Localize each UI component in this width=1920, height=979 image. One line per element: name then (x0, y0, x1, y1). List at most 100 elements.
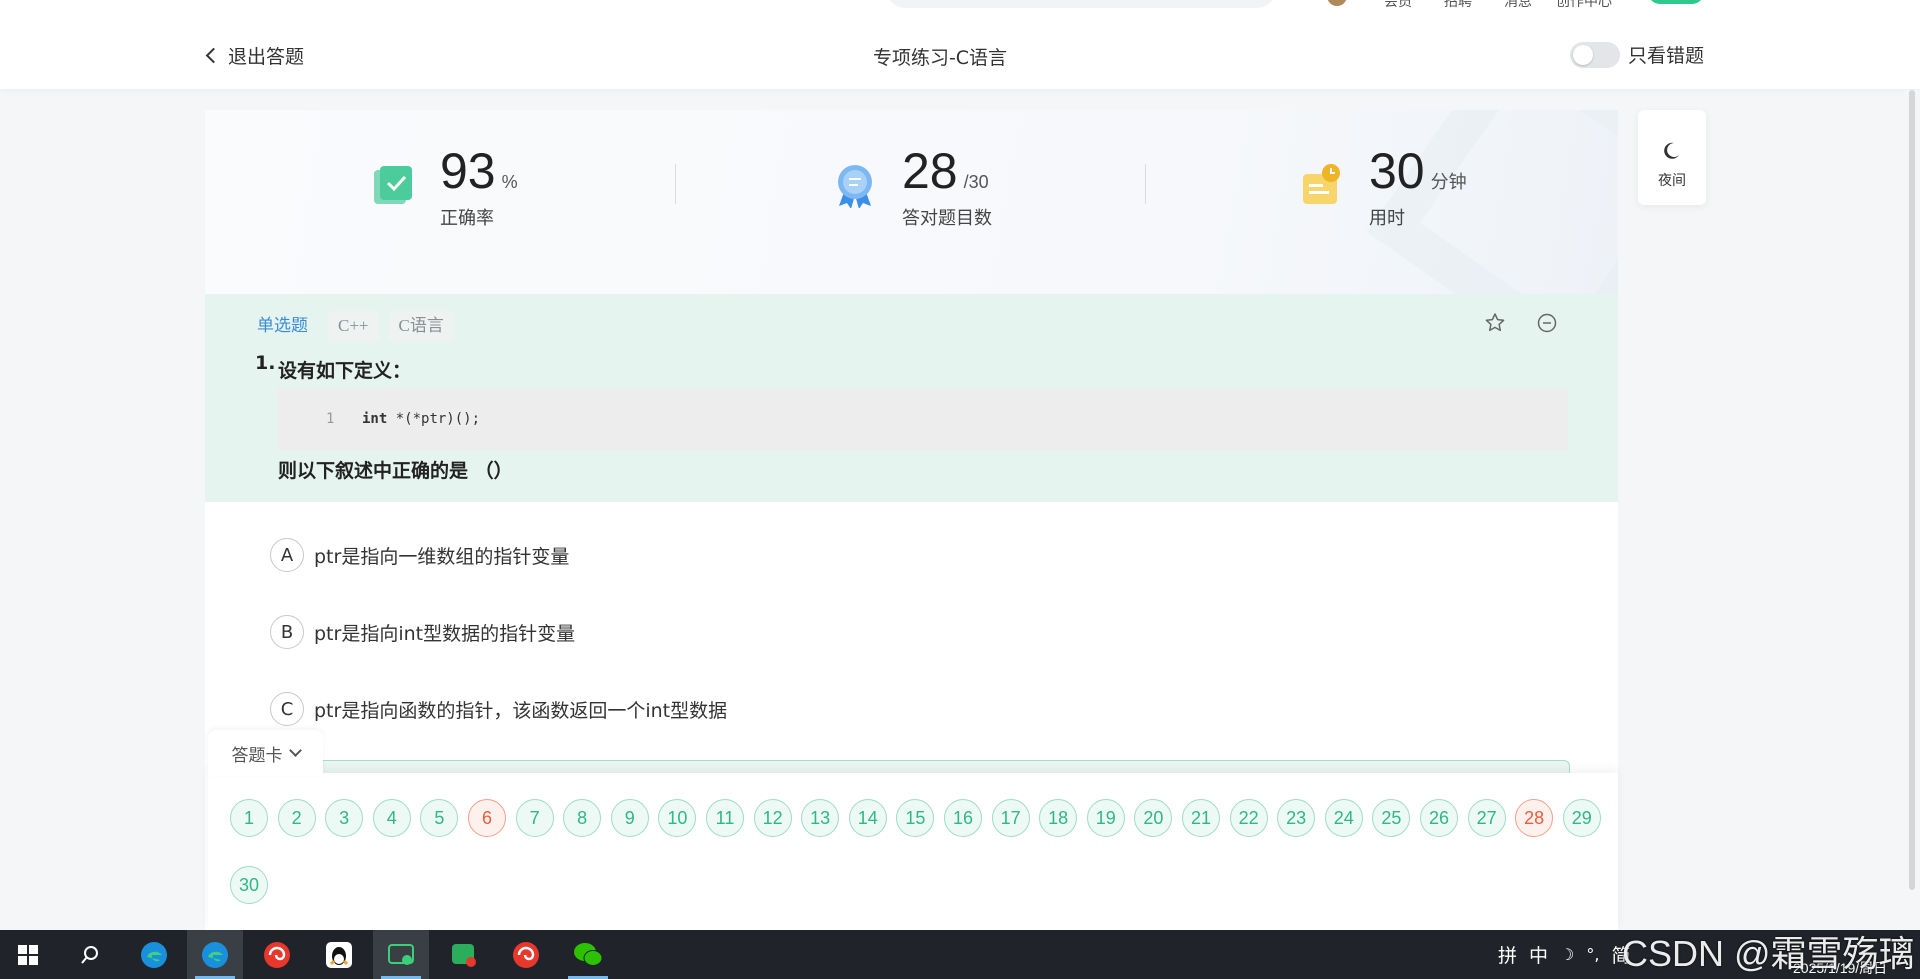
question-number: 1. (255, 352, 276, 374)
answer-card-item-30[interactable]: 30 (230, 866, 268, 904)
answer-card-panel: 1 2 3 4 5 6 7 8 9 10 11 12 13 14 15 16 17 18 19 20 21 22 23 24 2… (208, 773, 1618, 930)
answer-card-item-3[interactable]: 3 (325, 799, 364, 837)
answer-card-item-2[interactable]: 2 (277, 799, 316, 837)
taskbar-app-edge-active[interactable] (187, 930, 243, 979)
tag-question-type: 单选题 (257, 316, 308, 336)
question-text: 设有如下定义： (278, 360, 412, 382)
scrollbar-thumb[interactable] (1909, 90, 1915, 890)
correct-count-value: 28/30 (902, 143, 989, 199)
taskbar-app-red-2[interactable] (498, 930, 554, 979)
answer-card-item-23[interactable]: 23 (1277, 799, 1316, 837)
answer-card-item-27[interactable]: 27 (1467, 799, 1506, 837)
time-label: 用时 (1369, 208, 1405, 229)
time-value: 30 分钟 (1369, 143, 1467, 199)
answer-card-item-6[interactable]: 6 (468, 799, 506, 837)
answer-card-item-20[interactable]: 20 (1134, 799, 1173, 837)
search-icon (81, 945, 98, 964)
result-stats: 93% 正确率 28/30 答对题目数 30 分钟 用时 (205, 110, 1618, 382)
answer-card-item-9[interactable]: 9 (610, 799, 649, 837)
red-swirl-app-icon (264, 941, 290, 968)
answer-card-item-15[interactable]: 15 (896, 799, 935, 837)
start-button[interactable] (0, 930, 56, 979)
accuracy-check-icon (374, 166, 412, 204)
taskbar-app-chat[interactable] (373, 930, 429, 979)
option-d-partial[interactable] (260, 760, 1570, 774)
divider (675, 164, 676, 204)
option-b[interactable]: B ptr是指向int型数据的指针变量 (270, 615, 575, 649)
punctuation-tray-icon[interactable]: °, (1586, 945, 1599, 964)
answer-card-item-28[interactable]: 28 (1515, 799, 1554, 837)
answer-card-item-26[interactable]: 26 (1420, 799, 1458, 837)
ime-chinese-indicator[interactable]: 中 (1529, 941, 1548, 968)
wrong-only-toggle[interactable]: 只看错题 (1570, 41, 1704, 68)
option-text: ptr是指向int型数据的指针变量 (314, 622, 576, 645)
answer-card-item-18[interactable]: 18 (1039, 799, 1078, 837)
answer-card-item-7[interactable]: 7 (515, 799, 554, 837)
accuracy-value: 93% (440, 143, 518, 199)
code-line-number: 1 (326, 411, 335, 427)
answer-card-item-5[interactable]: 5 (420, 799, 459, 837)
answer-card-item-1[interactable]: 1 (230, 799, 268, 837)
night-mode-label: 夜间 (1658, 173, 1686, 189)
answer-card-item-21[interactable]: 21 (1182, 799, 1220, 837)
nav-creator-center[interactable]: 创作中心 (1556, 0, 1612, 11)
edge-browser-icon (202, 941, 228, 968)
star-favorite-icon[interactable] (1484, 312, 1506, 334)
moon-icon (1664, 142, 1679, 159)
tag-c-language: C语言 (388, 311, 454, 341)
answer-card-item-13[interactable]: 13 (801, 799, 840, 837)
taskbar-search[interactable] (62, 930, 118, 979)
minus-circle-icon[interactable] (1536, 312, 1558, 334)
chevron-down-icon (288, 744, 302, 757)
answer-card-item-14[interactable]: 14 (848, 799, 887, 837)
answer-card-item-8[interactable]: 8 (563, 799, 602, 837)
nav-vip[interactable]: 会员 (1384, 0, 1412, 11)
option-letter: A (270, 538, 304, 572)
green-app-icon (452, 943, 476, 967)
answer-card-item-16[interactable]: 16 (944, 799, 982, 837)
taskbar-app-green[interactable] (436, 930, 492, 979)
windows-logo-icon (18, 944, 38, 965)
night-mode-button[interactable]: 夜间 (1638, 110, 1706, 205)
question-prompt: 则以下叙述中正确的是 （） (278, 460, 513, 482)
option-c[interactable]: C ptr是指向函数的指针，该函数返回一个int型数据 (270, 692, 727, 726)
red-swirl-app-icon (513, 941, 539, 968)
system-tray: 拼 中 ☽ °, 简 (1498, 930, 1630, 979)
answer-card-item-12[interactable]: 12 (753, 799, 792, 837)
question-actions (1484, 312, 1558, 334)
site-search-input[interactable] (886, 0, 1276, 8)
code-line: int *(*ptr)(); (362, 411, 481, 427)
taskbar-app-wechat[interactable] (560, 930, 616, 979)
option-a[interactable]: A ptr是指向一维数组的指针变量 (270, 538, 569, 572)
answer-card-item-25[interactable]: 25 (1372, 799, 1411, 837)
nav-jobs[interactable]: 招聘 (1444, 0, 1472, 11)
answer-card-item-10[interactable]: 10 (658, 799, 697, 837)
ime-pinyin-indicator[interactable]: 拼 (1498, 941, 1517, 968)
moon-tray-icon[interactable]: ☽ (1560, 945, 1574, 964)
answer-card-item-19[interactable]: 19 (1086, 799, 1125, 837)
answer-card-item-24[interactable]: 24 (1324, 799, 1363, 837)
qq-penguin-icon (326, 941, 352, 968)
page-scrollbar[interactable] (1904, 90, 1920, 930)
option-text: ptr是指向一维数组的指针变量 (314, 545, 570, 568)
taskbar-app-red[interactable] (249, 930, 305, 979)
answer-card-item-22[interactable]: 22 (1229, 799, 1268, 837)
chat-window-icon (388, 943, 414, 965)
toggle-switch[interactable] (1570, 41, 1620, 68)
answer-card-item-11[interactable]: 11 (706, 799, 744, 837)
nav-messages[interactable]: 消息 (1504, 0, 1532, 11)
top-nav-strip: 会员 招聘 消息 创作中心 (0, 0, 1920, 14)
answer-card-item-29[interactable]: 29 (1562, 799, 1601, 837)
answer-card-toggle[interactable]: 答题卡 (208, 730, 323, 776)
clock-document-icon (1303, 164, 1340, 204)
option-letter: B (270, 615, 304, 649)
answer-card-label: 答题卡 (231, 745, 283, 766)
code-block: 1 int *(*ptr)(); (278, 388, 1568, 450)
answer-card-item-4[interactable]: 4 (372, 799, 411, 837)
answer-card-item-17[interactable]: 17 (991, 799, 1030, 837)
option-letter: C (270, 692, 304, 726)
user-avatar[interactable] (1327, 0, 1347, 6)
taskbar-app-qq[interactable] (311, 930, 367, 979)
taskbar-app-edge[interactable] (126, 930, 182, 979)
publish-button[interactable] (1648, 0, 1704, 4)
